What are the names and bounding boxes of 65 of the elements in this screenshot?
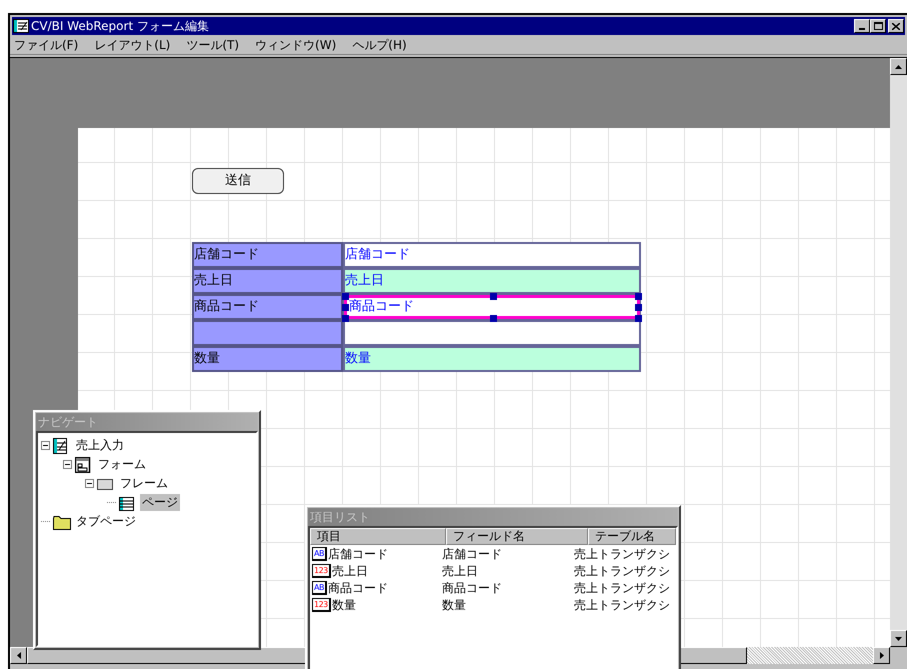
table-cell-text: 売上トランザクシ [573, 562, 671, 580]
collapse-icon[interactable] [63, 460, 72, 469]
panel-title: ナビゲート [36, 413, 258, 431]
resize-handle[interactable] [490, 293, 497, 300]
menu-item[interactable]: ヘルプ(H) [352, 36, 407, 54]
number-type-icon: 123 [312, 598, 331, 612]
scroll-down-button[interactable] [890, 630, 907, 647]
tree-item[interactable]: フォーム [96, 456, 148, 473]
table-cell-text: 商品コード [328, 580, 388, 596]
menu-item[interactable]: レイアウト(L) [94, 36, 170, 54]
resize-handle[interactable] [490, 315, 497, 322]
field-label: 売上日 [192, 268, 343, 294]
folder-icon [53, 514, 71, 530]
input-field[interactable] [343, 320, 641, 346]
column-header[interactable]: 項目 [310, 528, 446, 545]
collapse-icon[interactable] [41, 441, 50, 450]
minimize-icon [859, 28, 865, 30]
tree-item[interactable]: 売上入力 [74, 437, 126, 454]
menu-item[interactable]: ウィンドウ(W) [255, 36, 336, 54]
app-icon [13, 19, 29, 33]
menu-item[interactable]: ツール(T) [186, 36, 240, 54]
up-arrow-icon [895, 64, 902, 68]
column-header[interactable]: テーブル名 [588, 528, 676, 545]
minimize-button[interactable] [854, 19, 870, 33]
table-cell-text: 売上トランザクシ [573, 546, 671, 562]
column-header[interactable]: フィールド名 [446, 528, 588, 545]
window-icon [75, 456, 93, 472]
collapse-icon[interactable] [85, 479, 94, 488]
table-cell-text: 数量 [440, 596, 467, 614]
right-arrow-icon [880, 652, 884, 659]
input-field[interactable]: 商品コード [343, 294, 641, 320]
input-field[interactable]: 数量 [343, 346, 641, 372]
scroll-left-button[interactable] [10, 647, 27, 664]
down-arrow-icon [895, 636, 902, 640]
table-cell-text: 売上日 [332, 562, 368, 580]
table-cell-text: 商品コード [440, 580, 503, 596]
window-title: CV/BI WebReport フォーム編集 [31, 18, 209, 35]
table-cell-text: 数量 [332, 596, 356, 614]
close-icon [892, 22, 900, 30]
tree-item[interactable]: ページ [140, 494, 180, 511]
maximize-button[interactable] [870, 19, 886, 33]
table-cell-text: 売上トランザクシ [573, 596, 671, 614]
scroll-right-button[interactable] [873, 647, 890, 664]
tree-item[interactable]: タブページ [74, 513, 138, 530]
left-arrow-icon [16, 652, 20, 659]
table-cell-text: 売上トランザクシ [573, 580, 671, 596]
table-cell-text: 店舗コード [328, 546, 388, 562]
tree-item[interactable]: フレーム [118, 475, 170, 492]
input-field[interactable]: 店舗コード [343, 242, 641, 268]
text-type-icon: AB [312, 546, 327, 560]
text-type-icon: AB [312, 580, 327, 594]
send-button[interactable]: 送信 [192, 168, 284, 194]
input-field[interactable]: 売上日 [343, 268, 641, 294]
scroll-up-button[interactable] [890, 58, 907, 75]
field-label: 店舗コード [192, 242, 343, 268]
table-cell-text: 売上日 [440, 562, 479, 580]
close-button[interactable] [888, 19, 904, 33]
field-label: 商品コード [192, 294, 343, 320]
field-label: 数量 [192, 346, 343, 372]
table-icon [119, 494, 137, 510]
menu-item[interactable]: ファイル(F) [14, 36, 78, 54]
maximize-icon [874, 22, 882, 30]
table-cell-text: 店舗コード [440, 546, 503, 562]
panel-title: 項目リスト [308, 508, 678, 526]
number-type-icon: 123 [312, 564, 331, 578]
